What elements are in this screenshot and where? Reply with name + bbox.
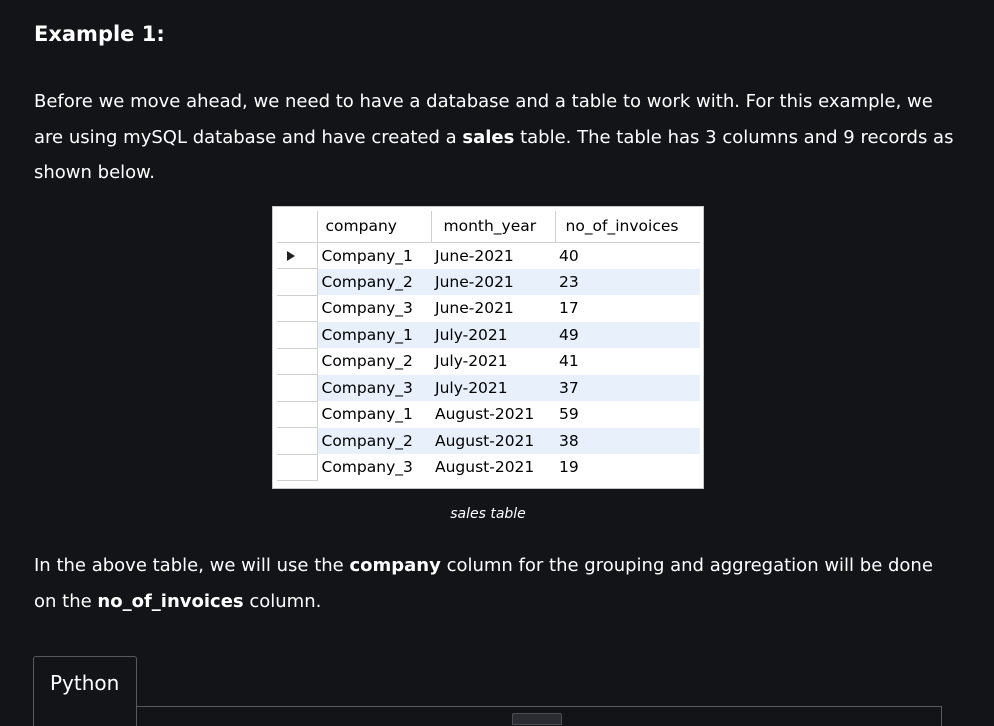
- table-caption: sales table: [450, 506, 526, 522]
- table-row: Company_2 June-2021 23: [277, 268, 700, 296]
- cell-month-year: July-2021: [435, 352, 508, 371]
- cell-month-year: August-2021: [435, 458, 535, 477]
- cell-month-year: June-2021: [435, 246, 514, 265]
- row-selector-header: [277, 211, 318, 243]
- cell-month-year: June-2021: [435, 299, 514, 318]
- code-tab-label: Python: [50, 671, 120, 695]
- explanation-bold-invoices: no_of_invoices: [97, 590, 244, 612]
- table-row: Company_1 June-2021 40: [277, 242, 700, 269]
- section-heading: Example 1:: [34, 22, 165, 46]
- cell-month-year: July-2021: [431, 321, 555, 348]
- table-row: Company_1 July-2021 49: [277, 321, 700, 349]
- table-body: Company_1 June-2021 40 Company_2 June-2021 23…: [277, 242, 700, 481]
- cell-company: Company_1: [316, 401, 431, 428]
- cell-company: Company_1: [316, 321, 431, 348]
- cell-company: Company_2: [316, 268, 431, 295]
- explanation-paragraph: In the above table, we will use the comp…: [34, 548, 954, 619]
- cell-month-year: June-2021: [431, 268, 555, 295]
- cell-no-of-invoices: 40: [559, 246, 579, 265]
- cell-month-year: July-2021: [431, 374, 555, 401]
- row-selector[interactable]: [277, 268, 318, 296]
- row-selector[interactable]: [277, 242, 318, 269]
- cell-company: Company_2: [316, 348, 431, 375]
- column-header-company: company: [317, 211, 432, 243]
- cell-no-of-invoices: 17: [559, 299, 579, 318]
- cell-company: Company_3: [316, 454, 431, 481]
- copy-code-button[interactable]: [512, 713, 562, 725]
- row-selector[interactable]: [277, 401, 318, 428]
- cell-company: Company_3: [316, 374, 431, 401]
- cell-no-of-invoices: 59: [559, 405, 579, 424]
- table-row: Company_1 August-2021 59: [277, 401, 700, 428]
- sales-table-screenshot: company month_year no_of_invoices Compan…: [272, 206, 704, 489]
- column-header-month-year: month_year: [431, 211, 556, 243]
- explanation-bold-company: company: [349, 555, 441, 576]
- cell-no-of-invoices: 23: [555, 268, 700, 295]
- explanation-text-1: In the above table, we will use the: [34, 555, 350, 576]
- cell-company: Company_2: [316, 427, 431, 454]
- cell-no-of-invoices: 38: [555, 427, 700, 454]
- cell-no-of-invoices: 37: [555, 374, 700, 401]
- cell-no-of-invoices: 41: [559, 352, 579, 371]
- row-selector[interactable]: [277, 321, 318, 349]
- cell-company: Company_3: [316, 295, 431, 322]
- row-selector[interactable]: [277, 295, 318, 322]
- current-row-arrow-icon: [287, 250, 295, 261]
- code-tab-python[interactable]: Python: [33, 656, 137, 726]
- table-row: Company_3 July-2021 37: [277, 374, 700, 402]
- cell-no-of-invoices: 49: [555, 321, 700, 348]
- table-row: Company_3 August-2021 19: [277, 454, 700, 481]
- sales-table: company month_year no_of_invoices Compan…: [277, 211, 700, 481]
- cell-month-year: August-2021: [435, 405, 535, 424]
- column-header-no-of-invoices: no_of_invoices: [555, 211, 700, 243]
- explanation-text-3: column.: [243, 590, 322, 612]
- row-selector[interactable]: [277, 374, 318, 402]
- row-selector[interactable]: [277, 348, 318, 375]
- table-row: Company_2 August-2021 38: [277, 427, 700, 455]
- table-row: Company_3 June-2021 17: [277, 295, 700, 322]
- row-selector[interactable]: [277, 454, 318, 481]
- cell-company: Company_1: [316, 242, 431, 269]
- table-header-row: company month_year no_of_invoices: [277, 211, 700, 243]
- table-row: Company_2 July-2021 41: [277, 348, 700, 375]
- cell-month-year: August-2021: [431, 427, 555, 454]
- intro-bold-sales: sales: [462, 126, 515, 148]
- intro-paragraph: Before we move ahead, we need to have a …: [34, 84, 954, 191]
- row-selector[interactable]: [277, 427, 318, 455]
- cell-no-of-invoices: 19: [559, 458, 579, 477]
